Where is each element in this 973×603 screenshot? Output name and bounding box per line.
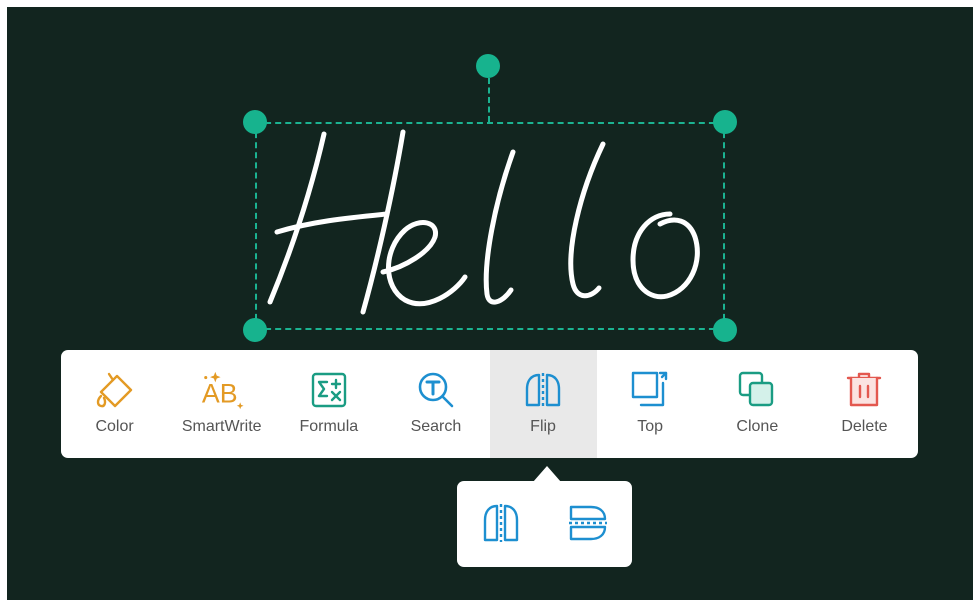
color-button[interactable]: Color bbox=[61, 350, 168, 458]
clone-label: Clone bbox=[736, 418, 779, 435]
trash-icon bbox=[842, 368, 886, 412]
rotate-handle[interactable] bbox=[476, 54, 500, 78]
flip-button[interactable]: Flip bbox=[489, 350, 597, 458]
search-label: Search bbox=[410, 418, 462, 435]
bring-to-top-icon bbox=[628, 368, 672, 412]
formula-button[interactable]: Formula bbox=[275, 350, 382, 458]
top-button[interactable]: Top bbox=[597, 350, 704, 458]
search-icon bbox=[414, 368, 458, 412]
flip-horizontal-icon bbox=[480, 502, 522, 549]
resize-handle-top-left[interactable] bbox=[243, 110, 267, 134]
smartwrite-label: SmartWrite bbox=[181, 418, 262, 435]
context-toolbar: Color AB SmartWrite Formula Search Flip … bbox=[61, 350, 918, 458]
formula-label: Formula bbox=[299, 418, 359, 435]
rotation-guide bbox=[488, 78, 490, 122]
flip-submenu bbox=[457, 481, 632, 567]
formula-icon bbox=[307, 368, 351, 412]
submenu-pointer bbox=[533, 466, 561, 482]
selection-box bbox=[255, 122, 725, 330]
smartwrite-button[interactable]: AB SmartWrite bbox=[168, 350, 275, 458]
flip-horizontal-button[interactable] bbox=[478, 502, 524, 548]
color-label: Color bbox=[95, 418, 134, 435]
clone-button[interactable]: Clone bbox=[704, 350, 811, 458]
flip-vertical-icon bbox=[567, 502, 609, 549]
delete-button[interactable]: Delete bbox=[811, 350, 918, 458]
clone-icon bbox=[735, 368, 779, 412]
paint-bucket-icon bbox=[93, 368, 137, 412]
resize-handle-top-right[interactable] bbox=[713, 110, 737, 134]
top-label: Top bbox=[637, 418, 664, 435]
search-button[interactable]: Search bbox=[382, 350, 489, 458]
smartwrite-ab-icon: AB bbox=[200, 368, 244, 412]
flip-vertical-button[interactable] bbox=[565, 502, 611, 548]
resize-handle-bottom-right[interactable] bbox=[713, 318, 737, 342]
resize-handle-bottom-left[interactable] bbox=[243, 318, 267, 342]
svg-text:AB: AB bbox=[202, 378, 238, 408]
delete-label: Delete bbox=[841, 418, 888, 435]
flip-icon bbox=[521, 368, 565, 412]
flip-label: Flip bbox=[530, 418, 556, 435]
